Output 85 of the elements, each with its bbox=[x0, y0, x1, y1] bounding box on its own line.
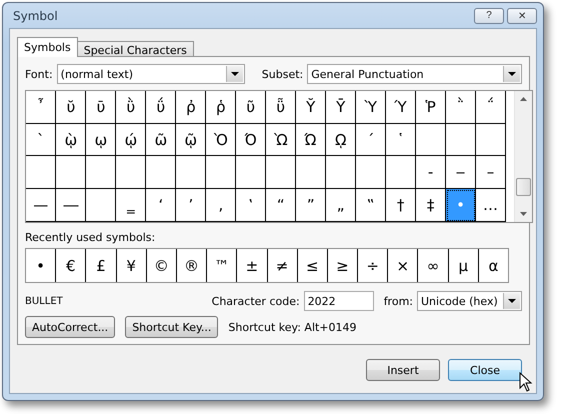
symbol-cell[interactable]: ῧ bbox=[266, 91, 296, 124]
recent-symbol[interactable]: • bbox=[26, 249, 56, 282]
symbol-cell[interactable]: ” bbox=[296, 188, 326, 222]
symbol-cell[interactable] bbox=[296, 156, 326, 189]
symbol-cell[interactable] bbox=[266, 156, 296, 189]
font-label: Font: bbox=[25, 68, 53, 80]
symbol-cell[interactable] bbox=[446, 123, 476, 156]
symbol-cell[interactable]: Ὼ bbox=[266, 123, 296, 156]
from-label: from: bbox=[384, 294, 413, 308]
symbol-cell[interactable]: ´ bbox=[356, 123, 386, 156]
symbol-cell[interactable]: ‘ bbox=[146, 188, 176, 222]
symbol-cell[interactable]: ῾ bbox=[386, 123, 416, 156]
window-title: Symbol bbox=[13, 8, 59, 22]
subset-dropdown[interactable]: General Punctuation bbox=[307, 64, 522, 84]
symbol-cell[interactable]: ῲ bbox=[56, 123, 86, 156]
symbol-cell[interactable]: “ bbox=[266, 188, 296, 222]
symbol-cell[interactable] bbox=[356, 156, 386, 189]
symbol-cell[interactable] bbox=[86, 188, 116, 222]
pointer-cursor-icon bbox=[519, 372, 533, 392]
symbol-cell[interactable] bbox=[416, 123, 446, 156]
symbol-cell[interactable]: ῤ bbox=[176, 91, 206, 124]
symbol-cell[interactable] bbox=[476, 123, 506, 156]
symbol-cell[interactable] bbox=[206, 156, 236, 189]
symbol-cell[interactable]: ῠ bbox=[56, 91, 86, 124]
symbol-cell[interactable]: Ῠ bbox=[296, 91, 326, 124]
symbol-cell[interactable]: ΰ bbox=[146, 91, 176, 124]
symbol-cell[interactable]: ῭ bbox=[446, 91, 476, 124]
symbol-cell[interactable]: „ bbox=[326, 188, 356, 222]
symbol-cell[interactable]: — bbox=[26, 188, 56, 222]
symbol-cell[interactable] bbox=[326, 156, 356, 189]
close-dialog-button[interactable]: Close bbox=[448, 359, 522, 381]
symbol-cell[interactable]: ῢ bbox=[116, 91, 146, 124]
symbol-cell[interactable]: ‚ bbox=[206, 188, 236, 222]
symbol-cell[interactable]: ῥ bbox=[206, 91, 236, 124]
tab[interactable]: Symbols bbox=[17, 37, 78, 57]
symbol-cell[interactable]: ’ bbox=[176, 188, 206, 222]
symbol-cell[interactable]: ΅ bbox=[476, 91, 506, 124]
symbol-cell[interactable] bbox=[386, 156, 416, 189]
symbol-cell[interactable]: † bbox=[386, 188, 416, 222]
symbol-cell[interactable] bbox=[86, 156, 116, 189]
symbol-cell[interactable]: ῶ bbox=[146, 123, 176, 156]
symbol-cell[interactable]: … bbox=[476, 188, 506, 222]
help-button[interactable]: ? bbox=[474, 8, 504, 24]
insert-button[interactable]: Insert bbox=[366, 359, 440, 381]
symbol-cell[interactable]: ‐ bbox=[416, 156, 446, 189]
symbol-cell[interactable]: Ὺ bbox=[356, 91, 386, 124]
symbol-cell[interactable] bbox=[56, 156, 86, 189]
symbol-cell[interactable]: Ὸ bbox=[206, 123, 236, 156]
character-code-label: Character code: bbox=[212, 294, 300, 308]
symbol-cell[interactable]: Ό bbox=[236, 123, 266, 156]
symbol-cell[interactable] bbox=[116, 156, 146, 189]
subset-label: Subset: bbox=[262, 68, 304, 80]
symbol-cell[interactable]: ῷ bbox=[176, 123, 206, 156]
symbol-cell[interactable] bbox=[236, 156, 266, 189]
shortcut-key-button[interactable]: Shortcut Key... bbox=[125, 316, 218, 338]
symbol-cell[interactable]: Ῡ bbox=[326, 91, 356, 124]
close-button[interactable]: ✕ bbox=[507, 8, 537, 24]
character-name: BULLET bbox=[25, 296, 64, 306]
symbol-cell[interactable]: ― bbox=[56, 188, 86, 222]
symbol-cell[interactable]: ῳ bbox=[86, 123, 116, 156]
symbol-cell[interactable]: ῡ bbox=[86, 91, 116, 124]
scroll-thumb[interactable] bbox=[516, 178, 531, 196]
symbol-cell[interactable]: ῦ bbox=[236, 91, 266, 124]
symbol-cell[interactable]: ‛ bbox=[236, 188, 266, 222]
symbol-cell[interactable]: ‗ bbox=[116, 188, 146, 222]
recent-symbols-label: Recently used symbols: bbox=[25, 231, 156, 244]
symbol-cell[interactable]: ῏ bbox=[26, 91, 56, 124]
font-dropdown[interactable]: (normal text) bbox=[56, 64, 245, 84]
symbol-cell[interactable] bbox=[146, 156, 176, 189]
symbol-cell[interactable] bbox=[26, 156, 56, 189]
symbol-cell[interactable]: ` bbox=[26, 123, 56, 156]
tab[interactable]: Special Characters bbox=[76, 41, 194, 57]
character-code-field[interactable]: 2022 bbox=[304, 291, 374, 311]
shortcut-key-text: Shortcut key: Alt+0149 bbox=[228, 320, 357, 334]
symbol-cell[interactable]: – bbox=[476, 156, 506, 189]
symbol-cell[interactable]: Ύ bbox=[386, 91, 416, 124]
symbol-cell[interactable]: ῼ bbox=[326, 123, 356, 156]
symbol-cell[interactable]: ῴ bbox=[116, 123, 146, 156]
symbol-cell[interactable]: Ῥ bbox=[416, 91, 446, 124]
symbol-cell[interactable]: Ώ bbox=[296, 123, 326, 156]
from-dropdown[interactable]: Unicode (hex) bbox=[417, 291, 522, 311]
autocorrect-button[interactable]: AutoCorrect... bbox=[25, 316, 116, 338]
scrollbar[interactable] bbox=[514, 91, 532, 222]
symbol-cell[interactable] bbox=[176, 156, 206, 189]
symbol-cell[interactable]: ‟ bbox=[356, 188, 386, 222]
